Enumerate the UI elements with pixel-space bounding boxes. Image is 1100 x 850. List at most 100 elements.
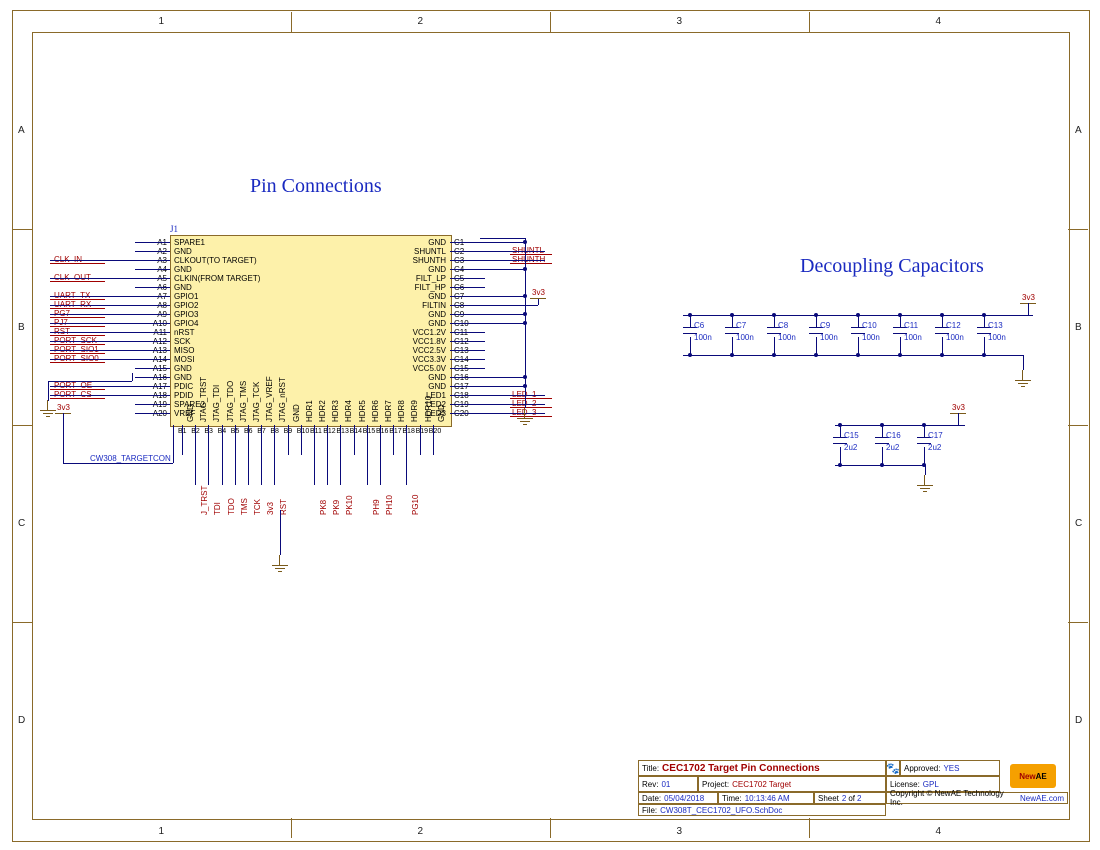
col-coord-bot: 4 bbox=[936, 826, 942, 837]
net-wire bbox=[485, 395, 545, 396]
tb-time: 10:13:46 AM bbox=[745, 794, 790, 803]
cap-ref: C10 bbox=[862, 321, 877, 330]
pin-num: B17 bbox=[389, 428, 401, 435]
pin-name: JTAG_VREF bbox=[265, 376, 274, 422]
pin-name: GND bbox=[428, 238, 446, 247]
pin-name: GND bbox=[428, 292, 446, 301]
net-wire bbox=[314, 455, 315, 485]
cap-ref: C17 bbox=[928, 431, 943, 440]
pin-name: JTAG_TMS bbox=[239, 381, 248, 422]
pin-name: GND bbox=[437, 404, 446, 422]
net-label: TDI bbox=[213, 502, 222, 515]
wire bbox=[1023, 355, 1024, 370]
net-wire bbox=[50, 278, 135, 279]
pin-name: GND bbox=[428, 319, 446, 328]
pin-name: GND bbox=[428, 265, 446, 274]
col-divider bbox=[550, 12, 551, 32]
pin-name: VCC1.2V bbox=[413, 328, 446, 337]
pin-wire bbox=[450, 287, 485, 288]
pin-wire bbox=[208, 425, 209, 455]
net-wire bbox=[50, 341, 135, 342]
pin-name: JTAG_TDI bbox=[212, 385, 221, 422]
pin-name: MISO bbox=[174, 346, 194, 355]
pin-wire bbox=[420, 425, 421, 455]
paw-icon: 🐾 bbox=[886, 760, 900, 776]
pin-wire bbox=[288, 425, 289, 455]
tb-rev-label: Rev: bbox=[642, 780, 658, 789]
net-label: J_TRST bbox=[200, 486, 209, 515]
net-wire bbox=[50, 395, 135, 396]
col-coord-bot: 1 bbox=[159, 826, 165, 837]
net-wire bbox=[208, 455, 209, 485]
net-wire bbox=[50, 350, 135, 351]
pin-name: MOSI bbox=[174, 355, 194, 364]
pin-name: JTAG_TCK bbox=[252, 382, 261, 422]
cap-val: 100n bbox=[736, 333, 754, 342]
pin-wire bbox=[450, 368, 485, 369]
cap-ref: C7 bbox=[736, 321, 746, 330]
row-divider bbox=[12, 425, 32, 426]
pin-wire bbox=[450, 278, 485, 279]
col-divider bbox=[291, 818, 292, 838]
pin-wire bbox=[274, 425, 275, 455]
pin-name: SHUNTH bbox=[413, 256, 446, 265]
pin-wire bbox=[135, 404, 170, 405]
col-divider bbox=[291, 12, 292, 32]
pin-wire bbox=[195, 425, 196, 455]
pin-name: PDIC bbox=[174, 382, 193, 391]
pin-wire bbox=[450, 413, 485, 414]
pin-wire bbox=[135, 350, 170, 351]
tb-date: 05/04/2018 bbox=[664, 794, 704, 803]
wire bbox=[480, 238, 525, 239]
tb-time-label: Time: bbox=[722, 794, 742, 803]
pin-name: FILTIN bbox=[422, 301, 446, 310]
pin-name: HDR6 bbox=[371, 400, 380, 422]
pin-name: HDR3 bbox=[331, 400, 340, 422]
net-wire bbox=[261, 455, 262, 485]
wire bbox=[280, 510, 281, 555]
pin-wire bbox=[248, 425, 249, 455]
row-coord-right: C bbox=[1075, 518, 1082, 529]
wire bbox=[485, 305, 538, 306]
cap-val: 2u2 bbox=[928, 443, 941, 452]
pin-name: HDR5 bbox=[358, 400, 367, 422]
net-underline bbox=[50, 263, 105, 264]
schematic-sheet: 11223344 AABBCCDD Pin Connections Decoup… bbox=[0, 0, 1100, 850]
pin-wire bbox=[135, 341, 170, 342]
heading-decoupling: Decoupling Capacitors bbox=[800, 255, 984, 278]
net-underline bbox=[510, 416, 552, 417]
pin-wire bbox=[135, 368, 170, 369]
net-underline bbox=[50, 362, 105, 363]
pin-name: HDR2 bbox=[318, 400, 327, 422]
cap-ref: C6 bbox=[694, 321, 704, 330]
net-wire bbox=[50, 386, 135, 387]
pin-wire bbox=[135, 323, 170, 324]
pin-name: GND bbox=[186, 404, 195, 422]
cap-val: 100n bbox=[946, 333, 964, 342]
net-wire bbox=[274, 455, 275, 485]
tb-license-label: License: bbox=[890, 780, 920, 789]
title-block: Title: CEC1702 Target Pin Connections 🐾 … bbox=[638, 760, 1068, 818]
cap-ref: C8 bbox=[778, 321, 788, 330]
logo-b: AE bbox=[1036, 772, 1047, 781]
pin-wire bbox=[340, 425, 341, 455]
pin-name: nRST bbox=[174, 328, 194, 337]
pin-name: CLKIN(FROM TARGET) bbox=[174, 274, 260, 283]
cap-val: 100n bbox=[988, 333, 1006, 342]
cap-val: 100n bbox=[778, 333, 796, 342]
net-wire bbox=[367, 455, 368, 485]
net-wire bbox=[50, 323, 135, 324]
pin-name: HDR10 bbox=[424, 396, 433, 422]
wire bbox=[538, 298, 539, 305]
cap-ref: C11 bbox=[904, 321, 918, 330]
net-wire bbox=[222, 455, 223, 485]
tb-copyright: Copyright © NewAE Technology Inc. bbox=[890, 789, 1017, 807]
pin-wire bbox=[135, 251, 170, 252]
row-coord-left: A bbox=[18, 125, 25, 136]
cap-val: 100n bbox=[862, 333, 880, 342]
pin-name: GND bbox=[174, 283, 192, 292]
net-underline bbox=[50, 398, 105, 399]
pin-name: HDR1 bbox=[305, 400, 314, 422]
pin-wire bbox=[450, 314, 485, 315]
wire-rail-bot bbox=[835, 425, 965, 426]
